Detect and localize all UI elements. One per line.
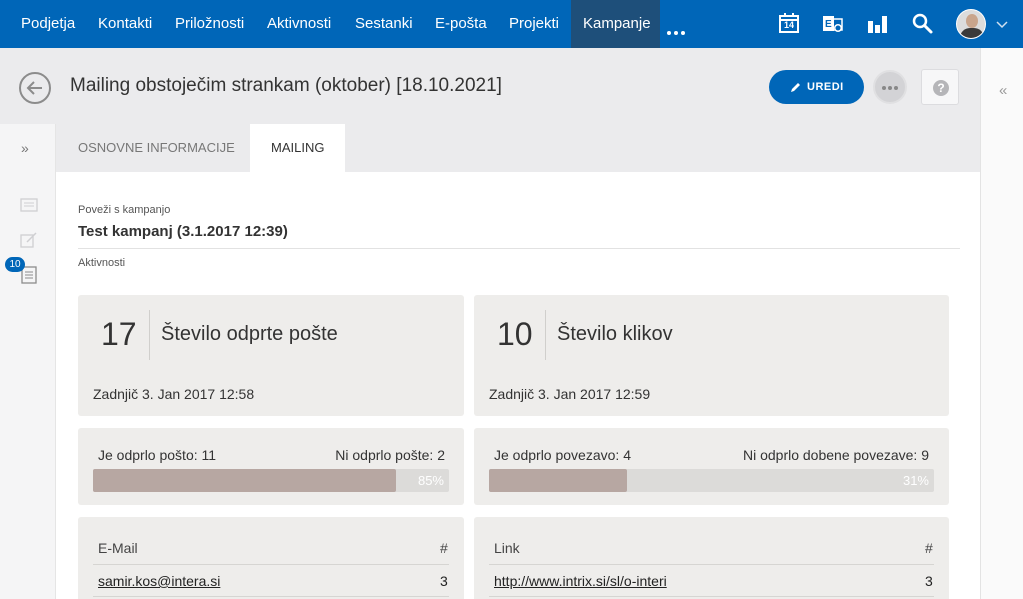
edit-note-icon[interactable] xyxy=(20,231,38,249)
nav-item-podjetja[interactable]: Podjetja xyxy=(21,0,75,48)
link-count-header: # xyxy=(925,540,933,556)
edit-button[interactable]: UREDI xyxy=(769,70,864,104)
nav-item-eposta[interactable]: E-pošta xyxy=(435,0,487,48)
tab-mailing[interactable]: MAILING xyxy=(250,124,346,173)
nav-more-icon[interactable] xyxy=(667,22,688,40)
table-divider xyxy=(93,564,449,565)
opened-count-label: Je odprlo pošto: 11 xyxy=(98,447,217,463)
collapse-right-icon[interactable]: « xyxy=(999,82,1007,99)
clicked-count-label: Je odprlo povezavo: 4 xyxy=(494,447,631,463)
opens-progress-percent: 85% xyxy=(417,473,444,488)
chart-icon[interactable] xyxy=(866,12,890,36)
link-column-header: Link xyxy=(494,540,520,556)
not-opened-count-label: Ni odprlo pošte: 2 xyxy=(335,447,445,463)
opens-progress-fill xyxy=(93,469,396,492)
table-divider xyxy=(489,564,934,565)
activities-label: Aktivnosti xyxy=(78,257,126,269)
nav-item-aktivnosti[interactable]: Aktivnosti xyxy=(267,0,331,48)
exchange-icon[interactable]: E xyxy=(821,12,845,36)
divider xyxy=(78,248,960,249)
calendar-icon[interactable]: 14 xyxy=(778,12,802,36)
opens-progress-card xyxy=(78,428,464,505)
svg-text:E: E xyxy=(825,19,832,30)
opens-count: 17 xyxy=(101,316,137,352)
nav-item-kampanje[interactable]: Kampanje xyxy=(571,0,660,48)
back-button[interactable] xyxy=(19,72,51,104)
nav-item-sestanki[interactable]: Sestanki xyxy=(355,0,413,48)
email-row-count: 3 xyxy=(440,573,448,589)
not-clicked-count-label: Ni odprlo dobene povezave: 9 xyxy=(742,447,929,463)
link-row-count: 3 xyxy=(925,573,933,589)
opens-title: Število odprte pošte xyxy=(161,323,338,345)
calendar-day: 14 xyxy=(783,20,794,30)
pencil-icon xyxy=(791,83,800,92)
table-divider xyxy=(93,596,449,597)
right-rail xyxy=(980,48,1023,599)
page-title: Mailing obstoječim strankam (oktober) [1… xyxy=(70,75,502,96)
clicks-title: Število klikov xyxy=(557,323,673,345)
tab-basic-info[interactable]: OSNOVNE INFORMACIJE xyxy=(78,124,235,173)
nav-item-kontakti[interactable]: Kontakti xyxy=(98,0,152,48)
separator xyxy=(545,310,546,360)
table-divider xyxy=(489,596,934,597)
question-icon: ? xyxy=(933,80,949,96)
email-column-header: E-Mail xyxy=(98,540,138,556)
edit-button-label: UREDI xyxy=(807,81,844,93)
chevron-down-icon[interactable] xyxy=(995,17,1009,31)
clicks-last-time: Zadnjič 3. Jan 2017 12:59 xyxy=(489,386,651,402)
newspaper-icon[interactable] xyxy=(20,196,38,214)
clicks-progress-card xyxy=(474,428,949,505)
link-campaign-label: Poveži s kampanjo xyxy=(78,204,171,216)
search-icon[interactable] xyxy=(911,12,935,36)
email-row-value[interactable]: samir.kos@intera.si xyxy=(98,573,220,589)
more-options-button[interactable] xyxy=(873,70,907,104)
email-count-header: # xyxy=(440,540,448,556)
clicks-count: 10 xyxy=(497,316,533,352)
clicks-progress-percent: 31% xyxy=(902,473,929,488)
separator xyxy=(149,310,150,360)
help-button[interactable]: ? xyxy=(921,69,959,105)
opens-last-time: Zadnjič 3. Jan 2017 12:58 xyxy=(93,386,255,402)
user-avatar[interactable] xyxy=(956,9,986,39)
linked-campaign-value[interactable]: Test kampanj (3.1.2017 12:39) xyxy=(78,223,288,240)
arrow-left-icon xyxy=(26,81,42,95)
nav-item-projekti[interactable]: Projekti xyxy=(509,0,559,48)
nav-item-priloznosti[interactable]: Priložnosti xyxy=(175,0,244,48)
opens-progress-bar: 85% xyxy=(93,469,449,492)
clicks-progress-bar: 31% xyxy=(489,469,934,492)
link-row-value[interactable]: http://www.intrix.si/sl/o-interi xyxy=(494,573,667,589)
notification-badge: 10 xyxy=(5,257,25,272)
clicks-progress-fill xyxy=(489,469,627,492)
expand-sidebar-icon[interactable]: » xyxy=(21,140,29,156)
